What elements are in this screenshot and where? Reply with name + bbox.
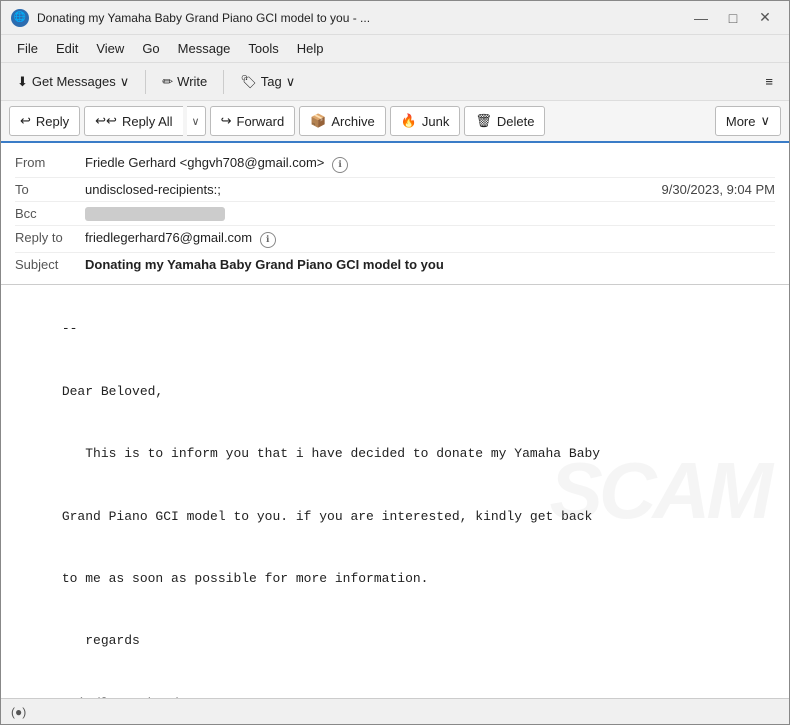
get-messages-dropdown-icon[interactable]: ∨: [120, 74, 130, 90]
action-toolbar: ↩ Reply ↩↩ Reply All ∨ ↪ Forward 📦 Archi…: [1, 101, 789, 143]
reply-icon: ↩: [20, 113, 31, 129]
menu-message[interactable]: Message: [170, 38, 239, 59]
hamburger-icon: ≡: [765, 74, 773, 89]
tag-button[interactable]: 🏷 Tag ∨: [232, 70, 303, 94]
body-line6: regards: [62, 633, 140, 648]
status-bar: (●): [1, 698, 789, 724]
hamburger-menu-button[interactable]: ≡: [757, 70, 781, 93]
tag-dropdown-icon[interactable]: ∨: [286, 74, 296, 90]
reply-all-icon: ↩↩: [95, 113, 117, 129]
reply-to-row: Reply to friedlegerhard76@gmail.com ℹ: [15, 226, 775, 253]
bcc-row: Bcc: [15, 202, 775, 227]
subject-value: Donating my Yamaha Baby Grand Piano GCI …: [85, 257, 775, 272]
subject-row: Subject Donating my Yamaha Baby Grand Pi…: [15, 253, 775, 276]
toolbar-sep-2: [223, 70, 224, 94]
menu-help[interactable]: Help: [289, 38, 332, 59]
title-bar: 🌐 Donating my Yamaha Baby Grand Piano GC…: [1, 1, 789, 35]
from-name: Friedle Gerhard: [85, 155, 176, 170]
junk-label: Junk: [422, 114, 449, 129]
to-row: To undisclosed-recipients:; 9/30/2023, 9…: [15, 178, 775, 202]
get-messages-icon: ⬇: [17, 74, 28, 90]
to-label: To: [15, 182, 85, 197]
close-button[interactable]: ✕: [751, 7, 779, 29]
email-date: 9/30/2023, 9:04 PM: [662, 182, 775, 197]
to-value: undisclosed-recipients:;: [85, 182, 662, 197]
window-title: Donating my Yamaha Baby Grand Piano GCI …: [37, 11, 370, 25]
delete-label: Delete: [497, 114, 535, 129]
get-messages-label: Get Messages: [32, 74, 116, 89]
delete-icon: 🗑: [475, 113, 492, 129]
archive-label: Archive: [331, 114, 374, 129]
title-bar-controls: — □ ✕: [687, 7, 779, 29]
email-body-content: -- Dear Beloved, This is to inform you t…: [15, 299, 775, 698]
forward-button[interactable]: ↪ Forward: [210, 106, 296, 136]
maximize-button[interactable]: □: [719, 7, 747, 29]
main-toolbar: ⬇ Get Messages ∨ ✏ Write 🏷 Tag ∨ ≡: [1, 63, 789, 101]
reply-label: Reply: [36, 114, 69, 129]
bcc-blurred: [85, 207, 225, 221]
more-dropdown-icon: ∨: [760, 113, 770, 129]
junk-icon: 🔥: [401, 113, 417, 129]
toolbar-sep-1: [145, 70, 146, 94]
body-line5: to me as soon as possible for more infor…: [62, 571, 429, 586]
body-line3: This is to inform you that i have decide…: [62, 446, 600, 461]
minimize-button[interactable]: —: [687, 7, 715, 29]
forward-icon: ↪: [221, 113, 232, 129]
write-icon: ✏: [162, 74, 173, 90]
body-line2: Dear Beloved,: [62, 384, 163, 399]
delete-button[interactable]: 🗑 Delete: [464, 106, 545, 136]
archive-button[interactable]: 📦 Archive: [299, 106, 386, 136]
reply-to-label: Reply to: [15, 230, 85, 245]
bcc-value: [85, 206, 775, 222]
write-label: Write: [177, 74, 207, 89]
from-label: From: [15, 155, 85, 170]
menu-edit[interactable]: Edit: [48, 38, 86, 59]
from-value: Friedle Gerhard <ghgvh708@gmail.com> ℹ: [85, 155, 775, 173]
title-bar-left: 🌐 Donating my Yamaha Baby Grand Piano GC…: [11, 9, 370, 27]
app-icon-letter: 🌐: [14, 12, 26, 23]
reply-to-contact-icon[interactable]: ℹ: [260, 232, 276, 248]
tag-icon: 🏷: [240, 74, 257, 90]
menu-view[interactable]: View: [88, 38, 132, 59]
from-row: From Friedle Gerhard <ghgvh708@gmail.com…: [15, 151, 775, 178]
body-line4: Grand Piano GCI model to you. if you are…: [62, 509, 593, 524]
menu-file[interactable]: File: [9, 38, 46, 59]
forward-label: Forward: [237, 114, 285, 129]
more-button[interactable]: More ∨: [715, 106, 781, 136]
from-contact-icon[interactable]: ℹ: [332, 157, 348, 173]
email-header: From Friedle Gerhard <ghgvh708@gmail.com…: [1, 143, 789, 285]
menu-bar: File Edit View Go Message Tools Help: [1, 35, 789, 63]
junk-button[interactable]: 🔥 Junk: [390, 106, 461, 136]
reply-all-button[interactable]: ↩↩ Reply All: [84, 106, 182, 136]
reply-to-email: friedlegerhard76@gmail.com: [85, 230, 252, 245]
body-line1: --: [62, 321, 78, 336]
reply-all-label: Reply All: [122, 114, 173, 129]
archive-icon: 📦: [310, 113, 326, 129]
more-label: More: [726, 114, 756, 129]
app-icon: 🌐: [11, 9, 29, 27]
subject-text: Donating my Yamaha Baby Grand Piano GCI …: [85, 257, 444, 272]
get-messages-button[interactable]: ⬇ Get Messages ∨: [9, 70, 137, 94]
menu-tools[interactable]: Tools: [240, 38, 286, 59]
write-button[interactable]: ✏ Write: [154, 70, 215, 94]
email-body: SCAM -- Dear Beloved, This is to inform …: [1, 285, 789, 698]
status-icon: (●): [11, 705, 26, 719]
bcc-label: Bcc: [15, 206, 85, 221]
subject-label: Subject: [15, 257, 85, 272]
reply-to-value: friedlegerhard76@gmail.com ℹ: [85, 230, 775, 248]
reply-button[interactable]: ↩ Reply: [9, 106, 80, 136]
reply-dropdown-button[interactable]: ∨: [187, 106, 206, 136]
menu-go[interactable]: Go: [134, 38, 167, 59]
from-email: <ghgvh708@gmail.com>: [180, 155, 325, 170]
body-line7: Friedle Gerhard: [62, 696, 179, 698]
tag-label: Tag: [261, 74, 282, 89]
email-window: 🌐 Donating my Yamaha Baby Grand Piano GC…: [0, 0, 790, 725]
